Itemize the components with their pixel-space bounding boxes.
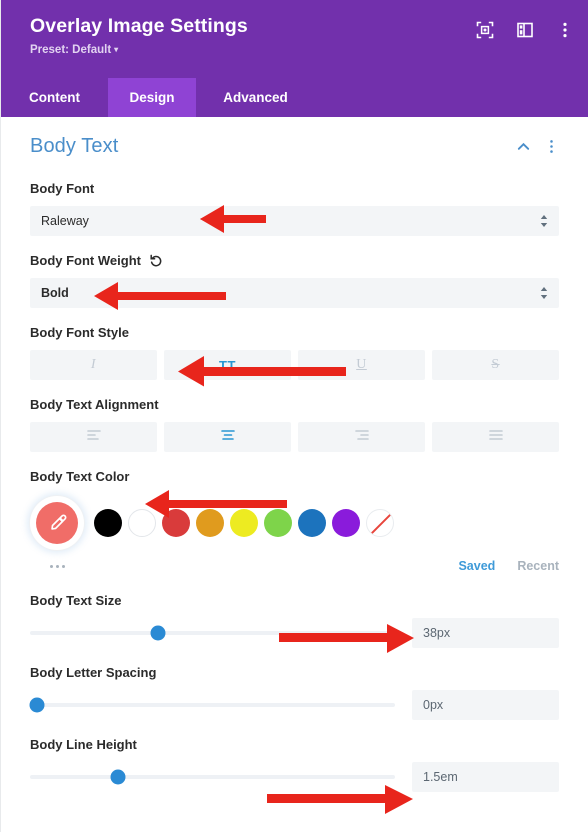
color-swatch-yellow[interactable] <box>230 509 258 537</box>
tab-content[interactable]: Content <box>1 78 108 117</box>
field-label: Body Line Height <box>30 737 559 753</box>
recent-colors-tab[interactable]: Recent <box>517 559 559 573</box>
stepper-arrows-icon <box>539 214 549 228</box>
section-title: Body Text <box>30 135 119 157</box>
section-controls <box>516 139 559 154</box>
focus-icon[interactable] <box>476 21 494 39</box>
align-right-icon <box>354 428 370 446</box>
preset-label: Preset: Default <box>30 44 112 57</box>
field-body-line-height: Body Line Height 1.5em <box>30 720 559 792</box>
body-line-height-input[interactable]: 1.5em <box>412 762 559 792</box>
more-vertical-icon[interactable] <box>544 139 559 154</box>
italic-button[interactable]: I <box>30 350 157 380</box>
body-font-weight-label: Body Font Weight <box>30 253 141 268</box>
align-justify-button[interactable] <box>432 422 559 452</box>
slider-handle[interactable] <box>29 697 45 713</box>
align-center-button[interactable] <box>164 422 291 452</box>
field-body-font: Body Font Raleway <box>30 164 559 236</box>
field-body-letter-spacing: Body Letter Spacing 0px <box>29 648 559 720</box>
body-text-size-label: Body Text Size <box>30 593 122 608</box>
slider-handle[interactable] <box>110 769 126 785</box>
body-text-alignment-label: Body Text Alignment <box>30 397 159 412</box>
strikethrough-button[interactable]: S <box>432 350 559 380</box>
body-text-color-label: Body Text Color <box>30 469 130 484</box>
font-style-button-group: I TT U S <box>30 350 559 380</box>
slider-track[interactable] <box>30 769 395 785</box>
section-header-body-text: Body Text <box>30 117 559 164</box>
body-font-style-label: Body Font Style <box>30 325 129 340</box>
underline-label: U <box>356 357 367 372</box>
field-label: Body Letter Spacing <box>30 665 559 681</box>
field-label: Body Font Style <box>30 325 559 341</box>
body-font-select[interactable]: Raleway <box>30 206 559 236</box>
color-swatch-blue[interactable] <box>298 509 326 537</box>
field-body-font-weight: Body Font Weight Bold <box>30 236 559 308</box>
selected-color-swatch[interactable] <box>30 496 84 550</box>
align-justify-icon <box>488 428 504 446</box>
body-font-value: Raleway <box>41 214 89 228</box>
body-letter-spacing-input[interactable]: 0px <box>412 690 559 720</box>
body-line-height-label: Body Line Height <box>30 737 137 752</box>
reset-icon[interactable] <box>149 254 163 268</box>
underline-button[interactable]: U <box>298 350 425 380</box>
field-label: Body Text Alignment <box>30 397 559 413</box>
stepper-arrows-icon <box>539 286 549 300</box>
align-left-button[interactable] <box>30 422 157 452</box>
chevron-down-icon: ▾ <box>114 45 119 54</box>
more-colors-icon[interactable] <box>30 564 84 568</box>
body-font-weight-value: Bold <box>41 286 69 300</box>
body-font-weight-select[interactable]: Bold <box>30 278 559 308</box>
align-right-button[interactable] <box>298 422 425 452</box>
color-swatch-purple[interactable] <box>332 509 360 537</box>
module-settings-panel: Overlay Image Settings Preset: Default▾ <box>0 0 588 832</box>
slider-track[interactable] <box>30 625 395 641</box>
field-label: Body Font Weight <box>30 253 559 269</box>
italic-label: I <box>90 357 97 372</box>
field-label: Body Text Color <box>30 469 559 485</box>
more-vertical-icon[interactable] <box>556 21 574 39</box>
align-left-icon <box>86 428 102 446</box>
panel-header: Overlay Image Settings Preset: Default ▾ <box>1 0 588 78</box>
color-swatch-black[interactable] <box>94 509 122 537</box>
uppercase-label: TT <box>219 357 236 373</box>
color-swatch-none[interactable] <box>366 509 394 537</box>
slider-handle[interactable] <box>150 625 166 641</box>
slider-track[interactable] <box>29 697 395 713</box>
body-letter-spacing-slider-row: 0px <box>29 690 559 720</box>
uppercase-button[interactable]: TT <box>164 350 291 380</box>
color-swatch-row <box>30 494 559 550</box>
body-line-height-slider-row: 1.5em <box>30 762 559 792</box>
body-text-size-input[interactable]: 38px <box>412 618 559 648</box>
panel-header-actions <box>476 21 574 39</box>
strikethrough-label: S <box>491 357 500 372</box>
body-font-label: Body Font <box>30 181 95 196</box>
text-alignment-button-group <box>30 422 559 452</box>
eyedropper-swatch <box>36 502 78 544</box>
align-center-icon <box>220 428 236 446</box>
color-swatch-green[interactable] <box>264 509 292 537</box>
chevron-up-icon[interactable] <box>516 139 531 154</box>
field-label: Body Font <box>30 181 559 197</box>
tab-advanced[interactable]: Advanced <box>196 78 315 117</box>
settings-tabs: Content Design Advanced <box>1 78 588 117</box>
color-meta-row: Saved Recent <box>30 556 559 576</box>
saved-colors-tab[interactable]: Saved <box>458 559 495 573</box>
body-text-size-slider-row: 38px <box>30 618 559 648</box>
field-body-font-style: Body Font Style I TT U S <box>30 308 559 380</box>
layout-panel-icon[interactable] <box>516 21 534 39</box>
color-swatch-red[interactable] <box>162 509 190 537</box>
tab-design[interactable]: Design <box>108 78 196 117</box>
color-swatch-orange[interactable] <box>196 509 224 537</box>
color-swatch-white[interactable] <box>128 509 156 537</box>
field-body-text-color: Body Text Color Saved Recent <box>30 452 559 576</box>
body-letter-spacing-label: Body Letter Spacing <box>30 665 157 680</box>
field-body-text-size: Body Text Size 38px <box>30 576 559 648</box>
field-label: Body Text Size <box>30 593 559 609</box>
settings-body: Body Text Body Font Raleway Body Font We… <box>1 117 588 832</box>
preset-selector[interactable]: Preset: Default ▾ <box>30 43 570 57</box>
field-body-text-alignment: Body Text Alignment <box>30 380 559 452</box>
